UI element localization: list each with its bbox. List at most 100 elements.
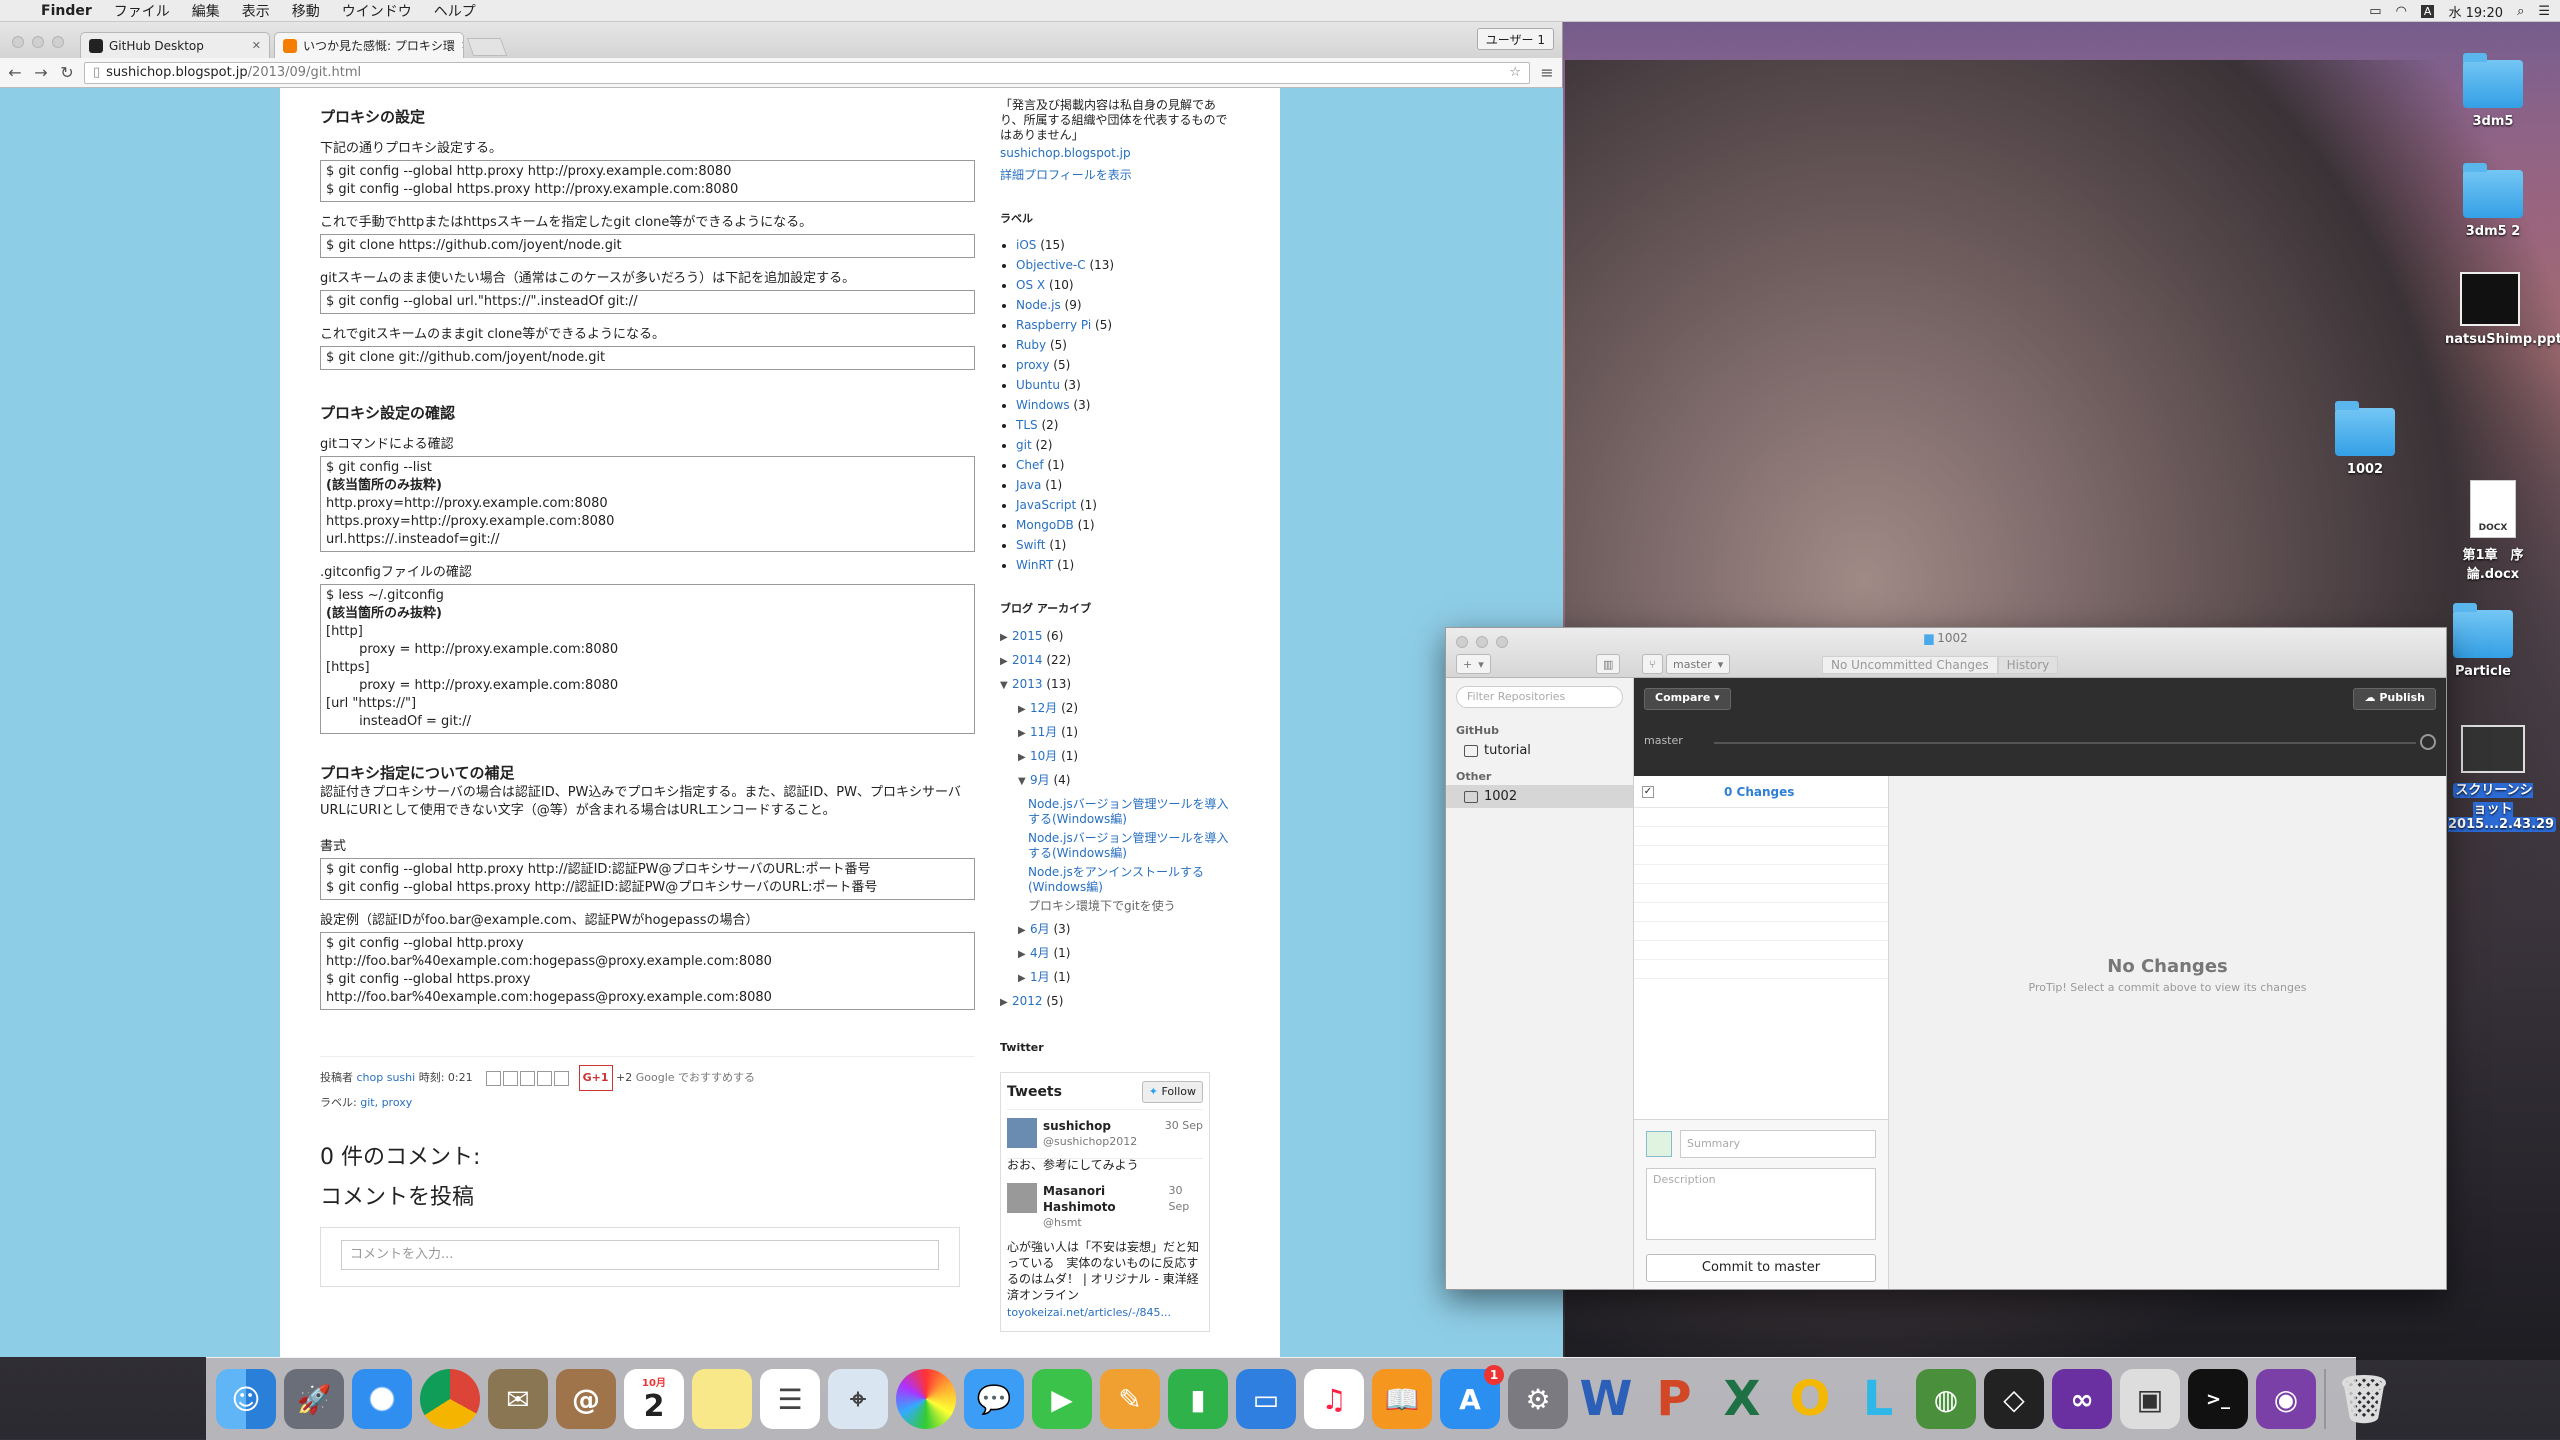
launchpad-icon[interactable]: 🚀 xyxy=(284,1369,344,1429)
commit-button[interactable]: Commit to master xyxy=(1646,1254,1876,1282)
tab-history[interactable]: History xyxy=(1997,656,2059,674)
follow-button[interactable]: ✦ Follow xyxy=(1141,1081,1203,1103)
site-link[interactable]: sushichop.blogspot.jp xyxy=(1000,143,1230,163)
menu-app[interactable]: Finder xyxy=(30,3,103,19)
sidebar-toggle-button[interactable]: ▥ xyxy=(1596,654,1621,674)
label-item[interactable]: Objective-C (13) xyxy=(1016,255,1230,275)
tweet-author[interactable]: sushichop xyxy=(1043,1118,1111,1134)
repo-item-1002[interactable]: 1002 xyxy=(1446,785,1633,808)
label-item[interactable]: JavaScript (1) xyxy=(1016,495,1230,515)
notification-center-icon[interactable]: ☰ xyxy=(2538,4,2550,19)
description-input[interactable]: Description xyxy=(1646,1168,1876,1240)
unity-icon[interactable]: ◇ xyxy=(1984,1369,2044,1429)
tab-github-desktop[interactable]: GitHub Desktop ✕ xyxy=(80,32,270,58)
tweet[interactable]: Masanori Hashimoto 30 Sep @hsmt xyxy=(1007,1183,1203,1239)
tab-uncommitted-changes[interactable]: No Uncommitted Changes xyxy=(1822,656,1998,674)
archive-month[interactable]: ▶ 6月 (3) xyxy=(1000,918,1230,942)
preview-icon[interactable]: ▣ xyxy=(2120,1369,2180,1429)
lync-icon[interactable]: L xyxy=(1848,1369,1908,1429)
expand-arrow-icon[interactable]: ▶ xyxy=(1000,626,1012,649)
photos-icon[interactable] xyxy=(896,1369,956,1429)
archive-year[interactable]: ▶ 2014 (22) xyxy=(1000,649,1230,673)
label-item[interactable]: git (2) xyxy=(1016,435,1230,455)
pages-icon[interactable]: ✎ xyxy=(1100,1369,1160,1429)
expand-arrow-icon[interactable]: ▶ xyxy=(1000,650,1012,673)
minimize-button[interactable] xyxy=(32,36,44,48)
archive-month[interactable]: ▶ 10月 (1) xyxy=(1000,745,1230,769)
email-share-icon[interactable] xyxy=(486,1070,502,1086)
bookmark-star-icon[interactable]: ☆ xyxy=(1509,65,1521,80)
blog-share-icon[interactable] xyxy=(503,1070,519,1086)
wifi-icon[interactable]: ◠ xyxy=(2396,4,2407,19)
address-bar[interactable]: ▯ sushichop.blogspot.jp/2013/09/git.html… xyxy=(84,61,1530,84)
desktop-folder[interactable]: 1002 xyxy=(2320,401,2410,477)
twitter-share-icon[interactable] xyxy=(520,1070,536,1086)
spotlight-icon[interactable]: ⌕ xyxy=(2517,4,2524,19)
globe-app-icon[interactable]: ◍ xyxy=(1916,1369,1976,1429)
visual-studio-icon[interactable]: ∞ xyxy=(2052,1369,2112,1429)
calendar-icon[interactable]: 10月 2 xyxy=(624,1369,684,1429)
close-button[interactable] xyxy=(12,36,24,48)
itunes-icon[interactable]: ♫ xyxy=(1304,1369,1364,1429)
app-store-icon[interactable]: A xyxy=(1440,1365,1504,1429)
terminal-icon[interactable]: >_ xyxy=(2188,1369,2248,1429)
word-icon[interactable]: W xyxy=(1576,1369,1636,1429)
desktop-folder[interactable]: 3dm5 xyxy=(2448,53,2538,129)
desktop-file[interactable]: natsuShimp.pptx xyxy=(2445,272,2560,347)
tab-blog[interactable]: いつか見た感慨: プロキシ環 ✕ xyxy=(274,32,464,58)
label-item[interactable]: WinRT (1) xyxy=(1016,555,1230,575)
powerpoint-icon[interactable]: P xyxy=(1644,1369,1704,1429)
desktop-file[interactable]: DOCX 第1章 序論.docx xyxy=(2448,480,2538,582)
compare-button[interactable]: Compare ▾ xyxy=(1644,688,1731,710)
reload-icon[interactable]: ↻ xyxy=(58,63,76,82)
label-item[interactable]: Chef (1) xyxy=(1016,455,1230,475)
select-all-checkbox[interactable]: ✓ xyxy=(1642,785,1654,798)
menu-window[interactable]: ウインドウ xyxy=(331,1,423,21)
menu-help[interactable]: ヘルプ xyxy=(423,1,487,21)
branch-selector[interactable]: master ▾ xyxy=(1666,654,1731,674)
label-item[interactable]: Swift (1) xyxy=(1016,535,1230,555)
collapse-arrow-icon[interactable]: ▼ xyxy=(1000,674,1012,697)
new-tab-button[interactable] xyxy=(466,38,508,56)
archive-month[interactable]: ▶ 1月 (1) xyxy=(1000,966,1230,990)
archive-post-link[interactable]: Node.jsバージョン管理ツールを導入する(Windows編) xyxy=(1000,797,1230,827)
mail-icon[interactable]: ✉ xyxy=(488,1369,548,1429)
label-item[interactable]: MongoDB (1) xyxy=(1016,515,1230,535)
menu-edit[interactable]: 編集 xyxy=(181,1,231,21)
menu-file[interactable]: ファイル xyxy=(103,1,181,21)
filter-repositories-input[interactable]: Filter Repositories xyxy=(1456,686,1623,708)
tweet[interactable]: sushichop 30 Sep @sushichop2012 xyxy=(1007,1118,1203,1159)
user-profile-button[interactable]: ユーザー 1 xyxy=(1476,28,1554,50)
repo-item-tutorial[interactable]: tutorial xyxy=(1446,739,1633,762)
facebook-share-icon[interactable] xyxy=(537,1070,553,1086)
tweet-handle[interactable]: @hsmt xyxy=(1043,1215,1203,1231)
safari-icon[interactable] xyxy=(352,1369,412,1429)
trash-icon[interactable]: 🗑 xyxy=(2334,1369,2394,1429)
label-item[interactable]: proxy (5) xyxy=(1016,355,1230,375)
label-item[interactable]: Java (1) xyxy=(1016,475,1230,495)
chrome-menu-icon[interactable]: ≡ xyxy=(1538,63,1556,82)
zoom-button[interactable] xyxy=(52,36,64,48)
tab-close-icon[interactable]: ✕ xyxy=(252,39,261,52)
summary-input[interactable]: Summary xyxy=(1680,1130,1876,1158)
archive-year[interactable]: ▼ 2013 (13) xyxy=(1000,673,1230,697)
facetime-icon[interactable]: ▶ xyxy=(1032,1369,1092,1429)
avatar[interactable] xyxy=(1007,1183,1037,1213)
desktop-file[interactable]: スクリーンショット 2015...2.43.29 xyxy=(2448,725,2557,832)
gplus-button[interactable]: G+1 xyxy=(578,1065,613,1091)
add-repo-button[interactable]: + ▾ xyxy=(1456,654,1491,674)
menu-view[interactable]: 表示 xyxy=(231,1,281,21)
excel-icon[interactable]: X xyxy=(1712,1369,1772,1429)
label-item[interactable]: TLS (2) xyxy=(1016,415,1230,435)
chrome-icon[interactable] xyxy=(420,1369,480,1429)
avatar[interactable] xyxy=(1007,1118,1037,1148)
ibooks-icon[interactable]: 📖 xyxy=(1372,1369,1432,1429)
menu-clock[interactable]: 水 19:20 xyxy=(2448,2,2503,21)
label-item[interactable]: Raspberry Pi (5) xyxy=(1016,315,1230,335)
archive-month[interactable]: ▼ 9月 (4) xyxy=(1000,769,1230,793)
notes-icon[interactable] xyxy=(692,1369,752,1429)
back-icon[interactable]: ← xyxy=(6,63,24,82)
menu-go[interactable]: 移動 xyxy=(281,1,331,21)
archive-year[interactable]: ▶ 2012 (5) xyxy=(1000,990,1230,1014)
archive-year[interactable]: ▶ 2015 (6) xyxy=(1000,625,1230,649)
